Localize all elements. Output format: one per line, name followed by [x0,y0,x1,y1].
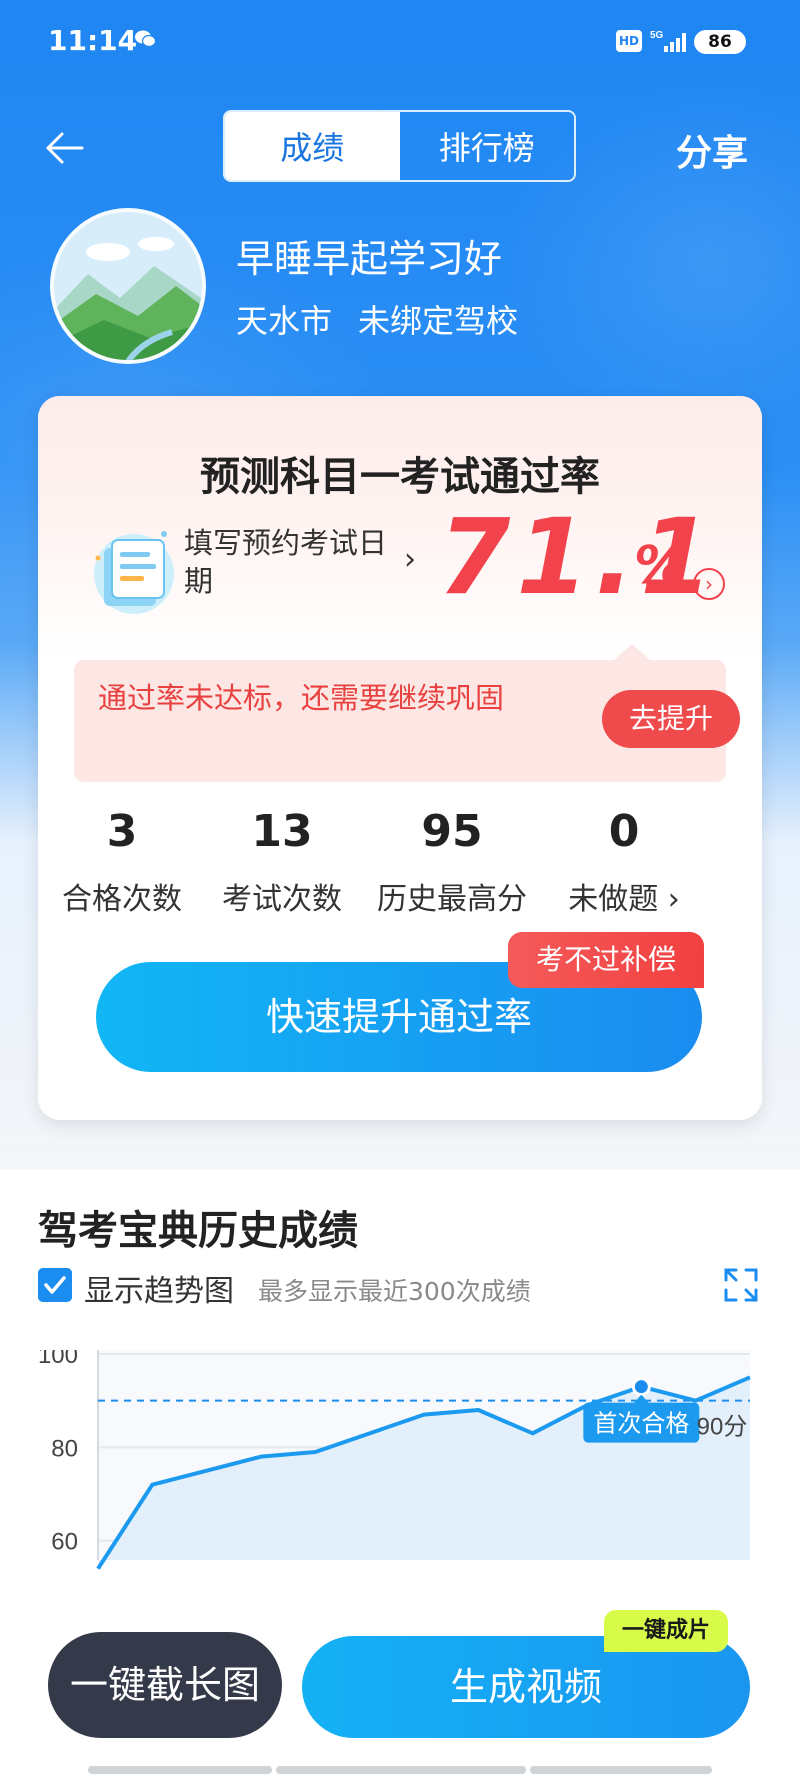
stat-label: 考试次数 [222,882,342,917]
stat-value: 3 [106,806,138,857]
tab-scores[interactable]: 成绩 [225,112,400,180]
stat-label: 历史最高分 [377,882,527,917]
user-name: 早睡早起学习好 [236,237,503,281]
card-title: 预测科目一考试通过率 [200,454,600,500]
pass-rate-unit: % [634,536,687,596]
stat-label: 合格次数 [62,882,182,917]
stat-unanswered[interactable]: 0 未做题 › [534,806,714,918]
show-trend-hint: 最多显示最近300次成绩 [258,1277,531,1306]
status-time: 11:14 [48,24,138,57]
stat-exam-count[interactable]: 13 考试次数 [192,806,372,918]
exam-date-link[interactable]: 填写预约考试日期 [184,524,394,600]
document-icon [94,531,174,614]
y-tick-label: 80 [51,1435,78,1462]
pass-line-label: 90分 [697,1414,748,1441]
first-pass-point [631,1377,651,1397]
warning-text: 通过率未达标，还需要继续巩固 [98,681,505,715]
user-location: 天水市 未绑定驾校 [236,296,518,342]
avatar[interactable] [50,208,206,364]
score-trend-chart: 100 80 60 首次合格 90分 [38,1350,751,1570]
back-arrow-icon[interactable] [42,126,86,170]
user-city: 天水市 [236,302,333,340]
home-indicator [88,1766,272,1774]
stat-value: 0 [608,806,640,857]
show-trend-label[interactable]: 显示趋势图 [84,1266,234,1310]
wechat-icon [135,30,156,48]
tab-switcher: 成绩 排行榜 [223,110,576,182]
stat-value: 13 [251,806,313,857]
home-indicator [276,1766,526,1774]
chevron-right-circle-icon[interactable]: › [693,568,725,600]
y-tick-label: 60 [51,1529,78,1556]
status-bar: 11:14 HD 5G 86 [0,0,800,84]
warning-banner: 通过率未达标，还需要继续巩固 去提升 [74,644,740,782]
warning-pointer [614,644,650,660]
chevron-right-icon: › [667,882,680,917]
one-click-video-badge: 一键成片 [604,1610,728,1652]
share-button[interactable]: 分享 [676,124,748,176]
home-indicator [530,1766,712,1774]
show-trend-checkbox[interactable] [38,1268,72,1302]
stat-value: 95 [421,806,483,857]
hd-icon: HD [616,30,642,52]
battery-indicator: 86 [694,30,746,54]
y-tick-label: 100 [38,1350,78,1369]
tab-leaderboard[interactable]: 排行榜 [400,112,575,180]
stats-row: 3 合格次数 13 考试次数 95 历史最高分 0 未做题 › [38,806,762,918]
fullscreen-icon[interactable] [724,1268,758,1302]
stat-pass-count[interactable]: 3 合格次数 [38,806,212,918]
long-screenshot-button[interactable]: 一键截长图 [48,1632,282,1738]
pass-rate-card: 预测科目一考试通过率 填写预约考试日期 › 71.1 % › 通过率未达标，还需… [38,396,762,1120]
improve-button[interactable]: 去提升 [602,690,740,748]
chevron-right-icon[interactable]: › [404,542,416,577]
svg-text:5G: 5G [650,30,664,41]
stat-best-score[interactable]: 95 历史最高分 [362,806,542,918]
first-pass-label: 首次合格 [593,1411,689,1438]
stat-label: 未做题 › [568,882,680,917]
driving-school[interactable]: 未绑定驾校 [358,302,518,340]
history-title: 驾考宝典历史成绩 [38,1208,358,1254]
compensation-badge[interactable]: 考不过补偿 [508,932,704,988]
signal-icon: 5G [650,30,686,52]
